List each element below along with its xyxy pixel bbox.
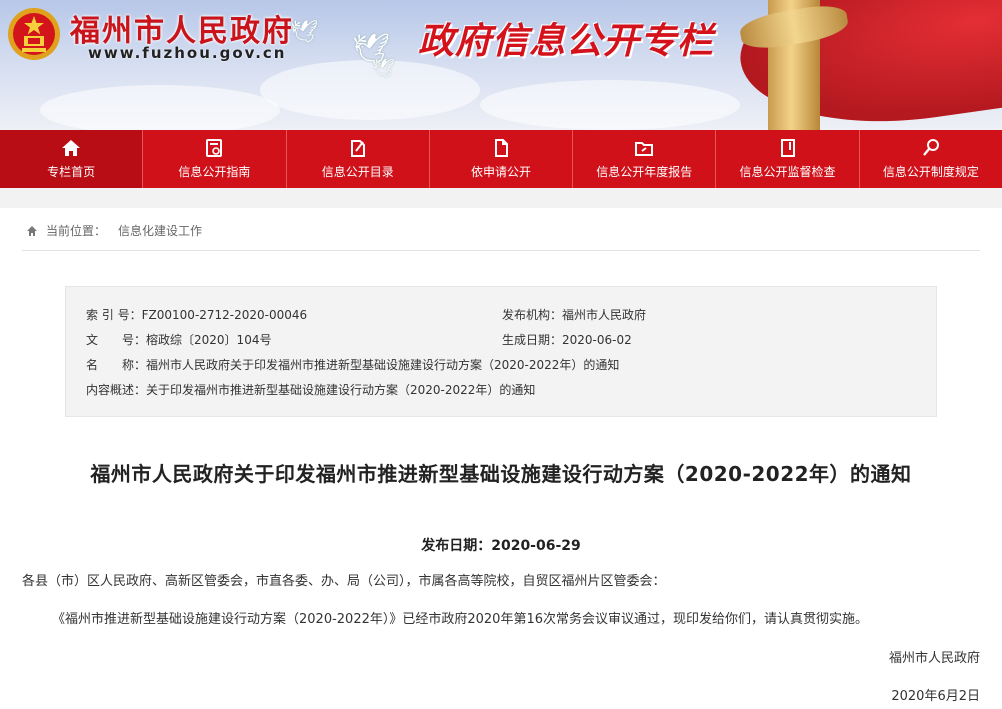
- article-sign-date: 2020年6月2日: [891, 689, 980, 704]
- nav-item-guide[interactable]: 信息公开指南: [143, 130, 287, 188]
- apply-icon: [494, 139, 508, 157]
- meta-name: 名 称：福州市人民政府关于印发福州市推进新型基础设施建设行动方案（2020-20…: [86, 358, 620, 372]
- meta-index: 索 引 号：FZ00100-2712-2020-00046: [86, 308, 308, 322]
- index-number: FZ00100-2712-2020-00046: [141, 308, 308, 322]
- main-nav: 专栏首页 信息公开指南 信息公开目录 依申请公开 信息公开年度报告 信息公开监督…: [0, 130, 1002, 188]
- nav-label: 依申请公开: [470, 165, 531, 179]
- nav-item-home[interactable]: 专栏首页: [0, 130, 144, 188]
- meta-docno: 文 号：榕政综〔2020〕104号: [86, 333, 272, 347]
- publisher: 福州市人民政府: [562, 308, 647, 322]
- content-area: 当前位置： 信息化建设工作 索 引 号：FZ00100-2712-2020-00…: [0, 188, 1002, 709]
- meta-publisher: 发布机构：福州市人民政府: [502, 308, 647, 322]
- article-salutation: 各县（市）区人民政府、高新区管委会，市直各委、办、局（公司），市属各高等院校，自…: [22, 574, 666, 589]
- nav-item-inspection[interactable]: 信息公开监督检查: [716, 130, 860, 188]
- dove-icon: 🕊: [372, 58, 395, 79]
- nav-item-catalog[interactable]: 信息公开目录: [287, 130, 430, 188]
- document-name: 福州市人民政府关于印发福州市推进新型基础设施建设行动方案（2020-2022年）…: [146, 358, 620, 372]
- meta-created: 生成日期：2020-06-02: [502, 333, 632, 347]
- nav-label: 信息公开制度规定: [882, 165, 979, 179]
- home-icon: [27, 225, 37, 236]
- nav-item-apply[interactable]: 依申请公开: [430, 130, 574, 188]
- document-metadata: 索 引 号：FZ00100-2712-2020-00046 发布机构：福州市人民…: [65, 286, 937, 417]
- nav-label: 信息公开年度报告: [596, 165, 693, 179]
- created-date: 2020-06-02: [562, 333, 632, 347]
- breadcrumb-prefix: 当前位置：: [46, 224, 107, 238]
- article-panel: 当前位置： 信息化建设工作 索 引 号：FZ00100-2712-2020-00…: [0, 208, 1002, 709]
- catalog-icon: [350, 140, 365, 157]
- breadcrumb-current[interactable]: 信息化建设工作: [118, 222, 202, 239]
- nav-label: 信息公开监督检查: [739, 165, 836, 179]
- nav-label: 专栏首页: [47, 165, 96, 179]
- article-title: 福州市人民政府关于印发福州市推进新型基础设施建设行动方案（2020-2022年）…: [90, 462, 912, 486]
- site-banner: 🕊 🕊 🕊 福州市人民政府 www.fuzhou.gov.cn 政府信息公开专栏: [0, 0, 1002, 130]
- nav-item-regulation[interactable]: 信息公开制度规定: [860, 130, 1002, 188]
- document-summary: 关于印发福州市推进新型基础设施建设行动方案（2020-2022年）的通知: [146, 383, 536, 397]
- report-icon: [635, 142, 654, 156]
- breadcrumb: 当前位置： 信息化建设工作: [26, 222, 202, 239]
- divider: [22, 250, 980, 251]
- nav-label: 信息公开指南: [178, 165, 251, 179]
- article-body: 《福州市推进新型基础设施建设行动方案（2020-2022年）》已经市政府2020…: [52, 612, 868, 627]
- home-icon: [62, 140, 81, 156]
- article-signature: 福州市人民政府: [888, 651, 980, 666]
- dove-icon: 🕊: [290, 20, 318, 45]
- document-number: 榕政综〔2020〕104号: [146, 333, 272, 347]
- regulation-icon: [922, 139, 939, 156]
- inspection-icon: [780, 139, 795, 157]
- guide-icon: [206, 139, 223, 157]
- banner-title: 政府信息公开专栏: [418, 21, 715, 62]
- meta-summary: 内容概述：关于印发福州市推进新型基础设施建设行动方案（2020-2022年）的通…: [86, 383, 536, 397]
- publish-date: 发布日期：2020-06-29: [421, 538, 581, 554]
- nav-item-annual-report[interactable]: 信息公开年度报告: [573, 130, 717, 188]
- nav-label: 信息公开目录: [321, 165, 394, 179]
- national-emblem-icon: [8, 8, 60, 60]
- site-url[interactable]: www.fuzhou.gov.cn: [88, 44, 286, 62]
